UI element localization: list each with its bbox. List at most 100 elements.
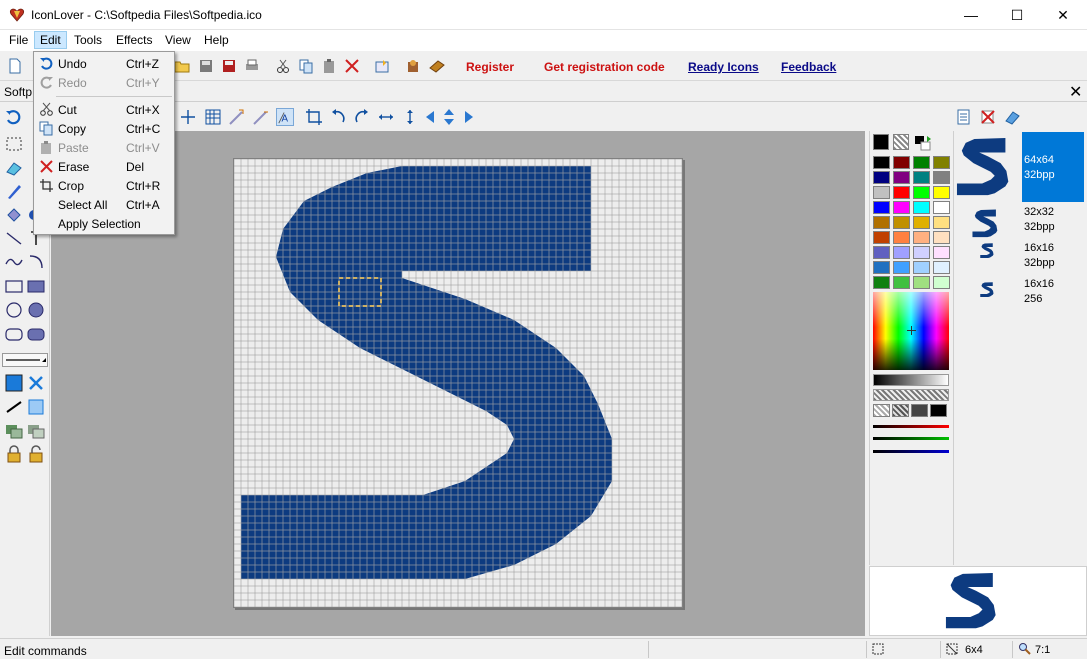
palette-swatch[interactable] [893, 246, 910, 259]
menu-item-crop[interactable]: Crop Ctrl+R [34, 176, 174, 195]
palette-swatch[interactable] [933, 276, 950, 289]
palette-swatch[interactable] [913, 171, 930, 184]
palette-swatch[interactable] [873, 186, 890, 199]
pixel-editor-canvas[interactable] [233, 158, 683, 608]
format-item-16x16-32bpp[interactable]: 16x16 32bpp [1024, 241, 1055, 271]
line-width-selector[interactable] [2, 350, 48, 370]
document-tab[interactable]: Softp [4, 85, 32, 99]
palette-swatch[interactable] [893, 261, 910, 274]
palette-swatch[interactable] [913, 276, 930, 289]
palette-swatch[interactable] [873, 201, 890, 214]
palette-swatch[interactable] [933, 246, 950, 259]
register-link[interactable]: Register [466, 60, 514, 74]
format-item-32x32[interactable]: 32x32 32bpp [1024, 205, 1055, 235]
ellipse-outline-icon[interactable] [4, 300, 24, 320]
menu-file[interactable]: File [6, 33, 31, 47]
menu-help[interactable]: Help [201, 33, 232, 47]
arc-tool-icon[interactable] [26, 252, 46, 272]
format-thumbnail-16-256[interactable] [980, 282, 996, 298]
palette-swatch[interactable] [873, 216, 890, 229]
palette-swatch[interactable] [893, 216, 910, 229]
palette-swatch[interactable] [893, 201, 910, 214]
layer-icon[interactable] [4, 421, 24, 441]
menu-item-apply-selection[interactable]: Apply Selection [34, 214, 174, 233]
ready-icons-link[interactable]: Ready Icons [688, 60, 759, 74]
palette-swatch[interactable] [873, 231, 890, 244]
palette-swatch[interactable] [873, 171, 890, 184]
palette-swatch[interactable] [913, 261, 930, 274]
alpha-swatch-2[interactable] [892, 404, 909, 417]
palette-swatch[interactable] [913, 201, 930, 214]
paste-icon[interactable] [321, 58, 337, 74]
rect-select-icon[interactable] [4, 134, 24, 154]
fill-mode-icon[interactable] [4, 373, 24, 393]
palette-swatch[interactable] [893, 276, 910, 289]
line-tool-icon[interactable] [4, 228, 24, 248]
palette-swatch[interactable] [933, 156, 950, 169]
library-icon[interactable] [405, 58, 421, 74]
rounded-rect-outline-icon[interactable] [4, 324, 24, 344]
palette-swatch[interactable] [873, 261, 890, 274]
lock-icon[interactable] [4, 444, 24, 464]
grid-toggle-icon[interactable] [204, 108, 222, 126]
undo-icon[interactable] [4, 108, 22, 126]
eraser-format-icon[interactable] [1003, 108, 1021, 126]
menu-item-erase[interactable]: Erase Del [34, 157, 174, 176]
grayscale-bar[interactable] [873, 374, 949, 386]
eraser-icon[interactable] [4, 158, 24, 178]
document-close-icon[interactable]: ✕ [1069, 82, 1082, 102]
shift-right-icon[interactable] [458, 108, 476, 126]
curve-tool-icon[interactable] [4, 252, 24, 272]
zoom-out-icon[interactable] [252, 108, 270, 126]
palette-swatch[interactable] [873, 156, 890, 169]
palette-swatch[interactable] [933, 201, 950, 214]
format-item-16x16-256[interactable]: 16x16 256 [1024, 277, 1054, 307]
rotate-right-icon[interactable] [353, 108, 371, 126]
palette-swatch[interactable] [873, 276, 890, 289]
alpha-bar[interactable] [873, 389, 949, 401]
swap-colors-icon[interactable] [913, 134, 933, 152]
palette-swatch[interactable] [913, 246, 930, 259]
palette-swatch[interactable] [913, 156, 930, 169]
menu-item-copy[interactable]: Copy Ctrl+C [34, 119, 174, 138]
palette-swatch[interactable] [913, 216, 930, 229]
ellipse-filled-icon[interactable] [26, 300, 46, 320]
soft-brush-icon[interactable] [26, 397, 46, 417]
menu-item-cut[interactable]: Cut Ctrl+X [34, 100, 174, 119]
palette-swatch[interactable] [933, 261, 950, 274]
green-slider[interactable] [873, 437, 949, 440]
menu-effects[interactable]: Effects [113, 33, 155, 47]
new-file-icon[interactable] [7, 58, 23, 74]
delete-icon[interactable] [344, 58, 360, 74]
flip-horizontal-icon[interactable] [377, 108, 395, 126]
palette-swatch[interactable] [933, 231, 950, 244]
open-folder-icon[interactable] [174, 58, 190, 74]
save-all-icon[interactable] [221, 58, 237, 74]
get-registration-code-link[interactable]: Get registration code [544, 60, 665, 74]
format-thumbnail-64[interactable] [956, 135, 1018, 201]
unlock-icon[interactable] [26, 444, 46, 464]
menu-item-paste[interactable]: Paste Ctrl+V [34, 138, 174, 157]
pattern-mode-icon[interactable] [26, 373, 46, 393]
rounded-rect-filled-icon[interactable] [26, 324, 46, 344]
palette-swatch[interactable] [893, 186, 910, 199]
delete-format-icon[interactable] [979, 108, 997, 126]
palette-swatch[interactable] [913, 186, 930, 199]
crop-tool-icon[interactable] [305, 108, 323, 126]
alpha-swatch-3[interactable] [911, 404, 928, 417]
palette-swatch[interactable] [893, 156, 910, 169]
primary-color-swatch[interactable] [873, 134, 889, 150]
menu-item-redo[interactable]: Redo Ctrl+Y [34, 73, 174, 92]
close-button[interactable]: ✕ [1040, 0, 1086, 30]
rectangle-filled-icon[interactable] [26, 276, 46, 296]
menu-edit[interactable]: Edit [34, 31, 67, 49]
minimize-button[interactable]: — [948, 0, 994, 30]
line-style-icon[interactable] [4, 397, 24, 417]
alpha-swatch-1[interactable] [873, 404, 890, 417]
format-item-64x64[interactable]: 64x64 32bpp [1024, 153, 1055, 183]
pencil-icon[interactable] [4, 181, 24, 201]
palette-swatch[interactable] [933, 186, 950, 199]
feedback-link[interactable]: Feedback [781, 60, 836, 74]
fill-bucket-icon[interactable] [4, 205, 24, 225]
palette-swatch[interactable] [913, 231, 930, 244]
